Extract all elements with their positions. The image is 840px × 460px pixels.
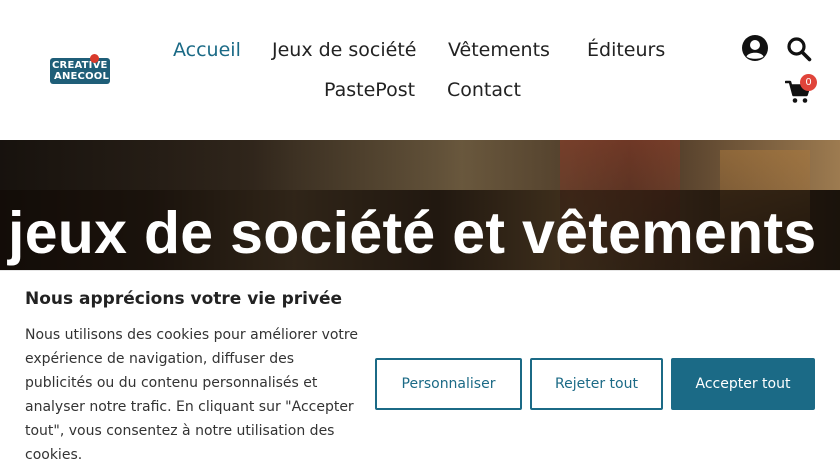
- hero-banner: jeux de société et vêtements: [0, 140, 840, 270]
- logo-dot: [90, 54, 99, 63]
- logo-text-line1: CREATIVE: [52, 60, 108, 71]
- customize-button[interactable]: Personnaliser: [375, 358, 522, 410]
- user-circle-icon[interactable]: [741, 34, 769, 62]
- nav-item-pastepost[interactable]: PastePost: [324, 77, 415, 103]
- accept-all-button[interactable]: Accepter tout: [671, 358, 815, 410]
- cookie-consent-banner: Nous apprécions votre vie privée Nous ut…: [0, 270, 840, 460]
- nav-item-jeux-de-societe[interactable]: Jeux de société: [272, 37, 417, 63]
- nav-item-contact[interactable]: Contact: [447, 77, 521, 103]
- reject-all-button[interactable]: Rejeter tout: [530, 358, 663, 410]
- hero-title: jeux de société et vêtements: [8, 200, 817, 266]
- logo-text-line2: ANECOOL: [54, 71, 110, 82]
- hero-image-band: [0, 140, 840, 190]
- search-icon[interactable]: [786, 36, 812, 62]
- cookie-banner-text: Nous utilisons des cookies pour améliore…: [25, 327, 358, 460]
- site-header: CREATIVE ANECOOL Accueil Jeux de société…: [0, 0, 840, 140]
- cookie-banner-title: Nous apprécions votre vie privée: [25, 289, 343, 309]
- nav-item-accueil[interactable]: Accueil: [173, 37, 241, 63]
- nav-item-vetements[interactable]: Vêtements: [448, 37, 550, 63]
- cart-count-badge: 0: [800, 74, 817, 91]
- site-logo[interactable]: CREATIVE ANECOOL: [48, 54, 112, 86]
- nav-item-editeurs[interactable]: Éditeurs: [587, 37, 665, 63]
